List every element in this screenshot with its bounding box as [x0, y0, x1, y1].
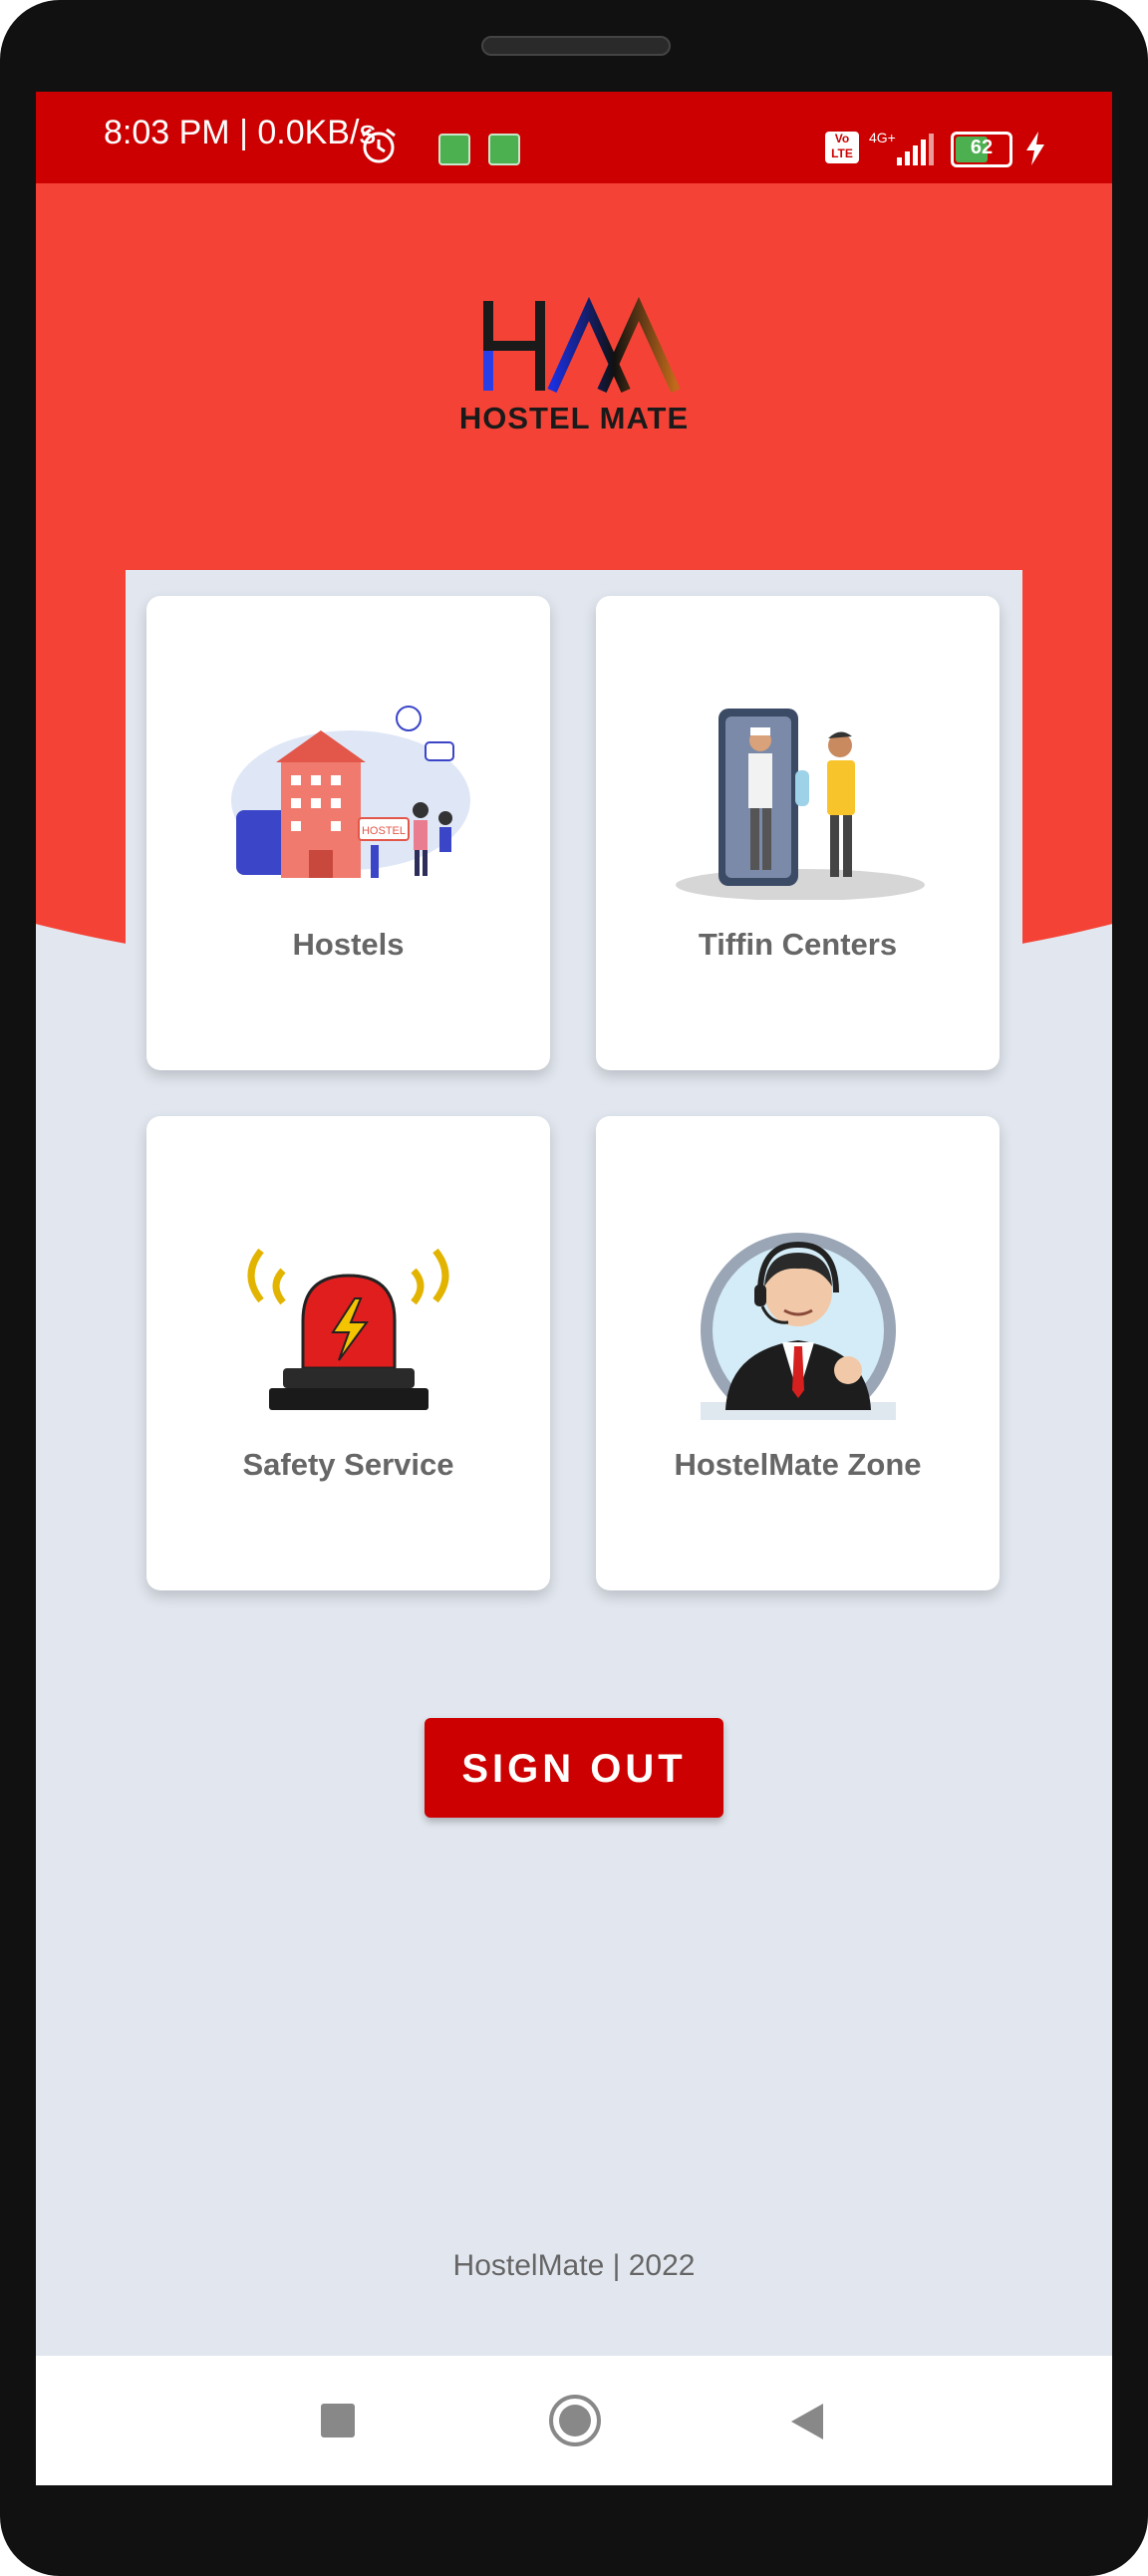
volte-badge: Vo LTE [825, 132, 859, 163]
sign-out-button[interactable]: SIGN OUT [425, 1718, 723, 1818]
speaker-grille [481, 36, 671, 56]
phone-frame: 8:03 PM | 0.0KB/s Vo LTE 4G+ 62 HOSTEL M… [0, 0, 1148, 2576]
app-logo-text: HOSTEL MATE [458, 401, 690, 435]
safety-service-card[interactable]: Safety Service [146, 1116, 550, 1590]
hostelmate-zone-card[interactable]: HostelMate Zone [596, 1116, 1000, 1590]
home-icon[interactable] [548, 2394, 602, 2447]
hostel-illustration-icon: HOSTEL [231, 706, 470, 878]
svg-text:HOSTEL: HOSTEL [362, 825, 406, 837]
app-screen: 8:03 PM | 0.0KB/s Vo LTE 4G+ 62 HOSTEL M… [36, 92, 1112, 2485]
charging-icon [1026, 132, 1044, 165]
footer-text: HostelMate | 2022 [452, 2249, 696, 2282]
network-type: 4G+ [869, 130, 896, 145]
tiffin-delivery-illustration-icon [676, 709, 925, 900]
back-icon[interactable] [789, 2402, 825, 2441]
support-agent-illustration-icon [701, 1233, 896, 1420]
battery-icon: 62 [951, 132, 1012, 167]
signal-icon [897, 134, 934, 165]
recent-apps-icon[interactable] [321, 2404, 355, 2437]
notification-app-icon [438, 134, 470, 165]
tiffin-centers-card[interactable]: Tiffin Centers [596, 596, 1000, 1070]
status-time: 8:03 PM | 0.0KB/s [104, 114, 377, 151]
hostelmate-zone-label: HostelMate Zone [674, 1447, 922, 1482]
battery-level: 62 [970, 137, 994, 158]
hostels-card[interactable]: HOSTEL Hostels [146, 596, 550, 1070]
tiffin-centers-label: Tiffin Centers [698, 927, 898, 962]
siren-alarm-illustration-icon [247, 1248, 449, 1410]
safety-service-label: Safety Service [242, 1447, 454, 1482]
notification-app-icon [488, 134, 520, 165]
navigation-bar [36, 2356, 1112, 2485]
alarm-icon [362, 128, 396, 163]
hostels-label: Hostels [292, 927, 405, 962]
status-bar: 8:03 PM | 0.0KB/s Vo LTE 4G+ 62 [36, 92, 1112, 183]
